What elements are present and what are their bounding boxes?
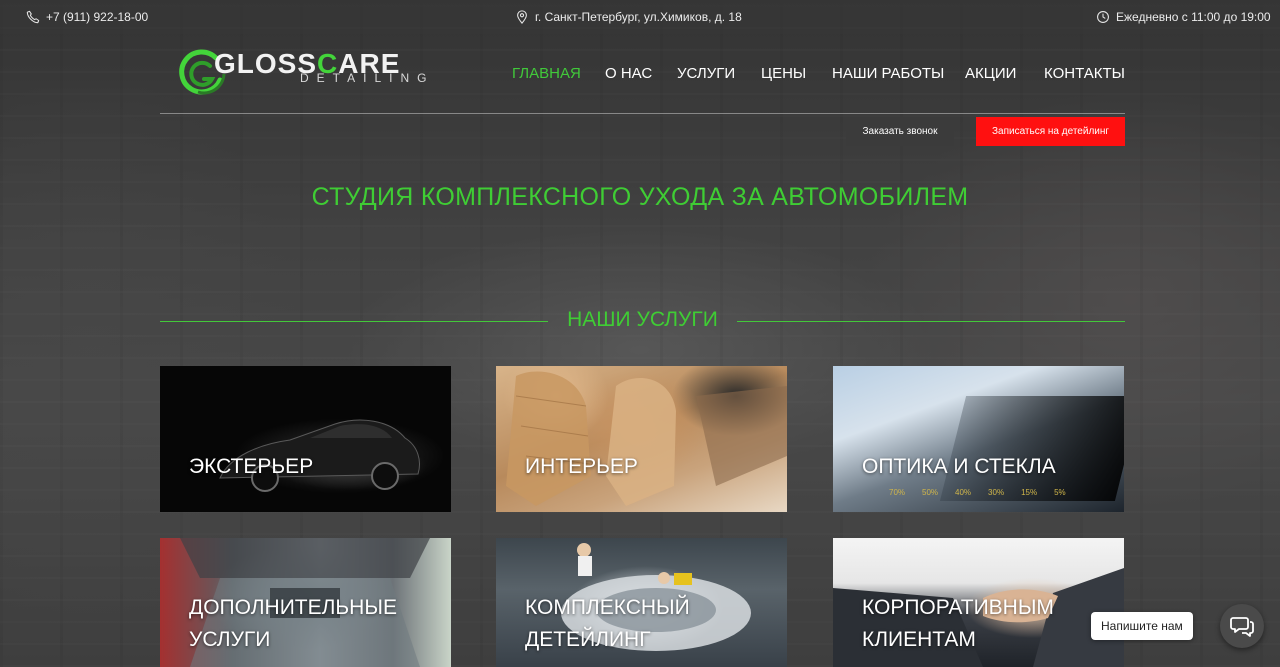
hero-title: СТУДИЯ КОМПЛЕКСНОГО УХОДА ЗА АВТОМОБИЛЕМ	[311, 183, 969, 211]
nav-item-home[interactable]: ГЛАВНАЯ	[512, 65, 581, 82]
service-card-label-line2: УСЛУГИ	[189, 628, 271, 651]
service-card-label: КОРПОРАТИВНЫМ	[862, 596, 1054, 619]
service-card-label-line2: КЛИЕНТАМ	[862, 628, 976, 651]
hours-info: Ежедневно с 11:00 до 19:00	[1096, 10, 1271, 24]
nav-item-works[interactable]: НАШИ РАБОТЫ	[832, 65, 944, 82]
phone-icon	[26, 10, 40, 24]
heading-line-right	[737, 321, 1125, 322]
site-logo[interactable]: GLOSSCARE DETAILING	[176, 44, 476, 100]
service-card-additional[interactable]: ДОПОЛНИТЕЛЬНЫЕ УСЛУГИ	[160, 538, 451, 667]
car-seats-image	[506, 371, 787, 506]
nav-item-services[interactable]: УСЛУГИ	[677, 65, 735, 82]
service-card-exterior[interactable]: ЭКСТЕРЬЕР	[160, 366, 451, 512]
address-info: г. Санкт-Петербург, ул.Химиков, д. 18	[515, 10, 742, 24]
service-card-corporate[interactable]: КОРПОРАТИВНЫМ КЛИЕНТАМ	[833, 538, 1124, 667]
nav-item-about[interactable]: О НАС	[605, 65, 652, 82]
service-card-interior[interactable]: ИНТЕРЬЕР	[496, 366, 787, 512]
chat-icon	[1230, 617, 1254, 637]
window-tint-image	[939, 396, 1124, 501]
service-card-label: КОМПЛЕКСНЫЙ	[525, 596, 690, 619]
service-card-label: ИНТЕРЬЕР	[525, 455, 638, 478]
request-call-button[interactable]: Заказать звонок	[846, 117, 954, 146]
chat-open-button[interactable]	[1220, 604, 1264, 648]
clock-icon	[1097, 11, 1109, 23]
car-silhouette-image	[219, 419, 420, 492]
address-text: г. Санкт-Петербург, ул.Химиков, д. 18	[535, 10, 742, 24]
tint-percent-scale: 70% 50% 40% 30% 15% 5%	[889, 488, 1066, 497]
phone-number[interactable]: +7 (911) 922-18-00	[46, 10, 148, 24]
services-heading: НАШИ УСЛУГИ	[160, 308, 1125, 334]
service-card-label: ДОПОЛНИТЕЛЬНЫЕ	[189, 596, 397, 619]
nav-item-promotions[interactable]: АКЦИИ	[965, 65, 1016, 82]
map-pin-icon	[517, 10, 527, 24]
service-card-label: ОПТИКА И СТЕКЛА	[862, 455, 1056, 478]
nav-item-contacts[interactable]: КОНТАКТЫ	[1044, 65, 1125, 82]
logo-subtitle: DETAILING	[300, 71, 435, 85]
services-heading-text: НАШИ УСЛУГИ	[567, 308, 718, 331]
service-card-label-line2: ДЕТЕЙЛИНГ	[525, 628, 651, 651]
header-divider	[160, 113, 1125, 114]
service-card-optics-glass[interactable]: 70% 50% 40% 30% 15% 5% ОПТИКА И СТЕКЛА	[833, 366, 1124, 512]
chat-prompt-bubble[interactable]: Напишите нам	[1091, 612, 1193, 640]
service-card-complex[interactable]: КОМПЛЕКСНЫЙ ДЕТЕЙЛИНГ	[496, 538, 787, 667]
hours-text: Ежедневно с 11:00 до 19:00	[1116, 10, 1271, 24]
nav-item-prices[interactable]: ЦЕНЫ	[761, 65, 806, 82]
book-detailing-button[interactable]: Записаться на детейлинг	[976, 117, 1125, 146]
top-info-bar: +7 (911) 922-18-00 г. Санкт-Петербург, у…	[0, 0, 1280, 34]
heading-line-left	[160, 321, 548, 322]
service-card-label: ЭКСТЕРЬЕР	[189, 455, 314, 478]
phone-info[interactable]: +7 (911) 922-18-00	[26, 10, 148, 24]
